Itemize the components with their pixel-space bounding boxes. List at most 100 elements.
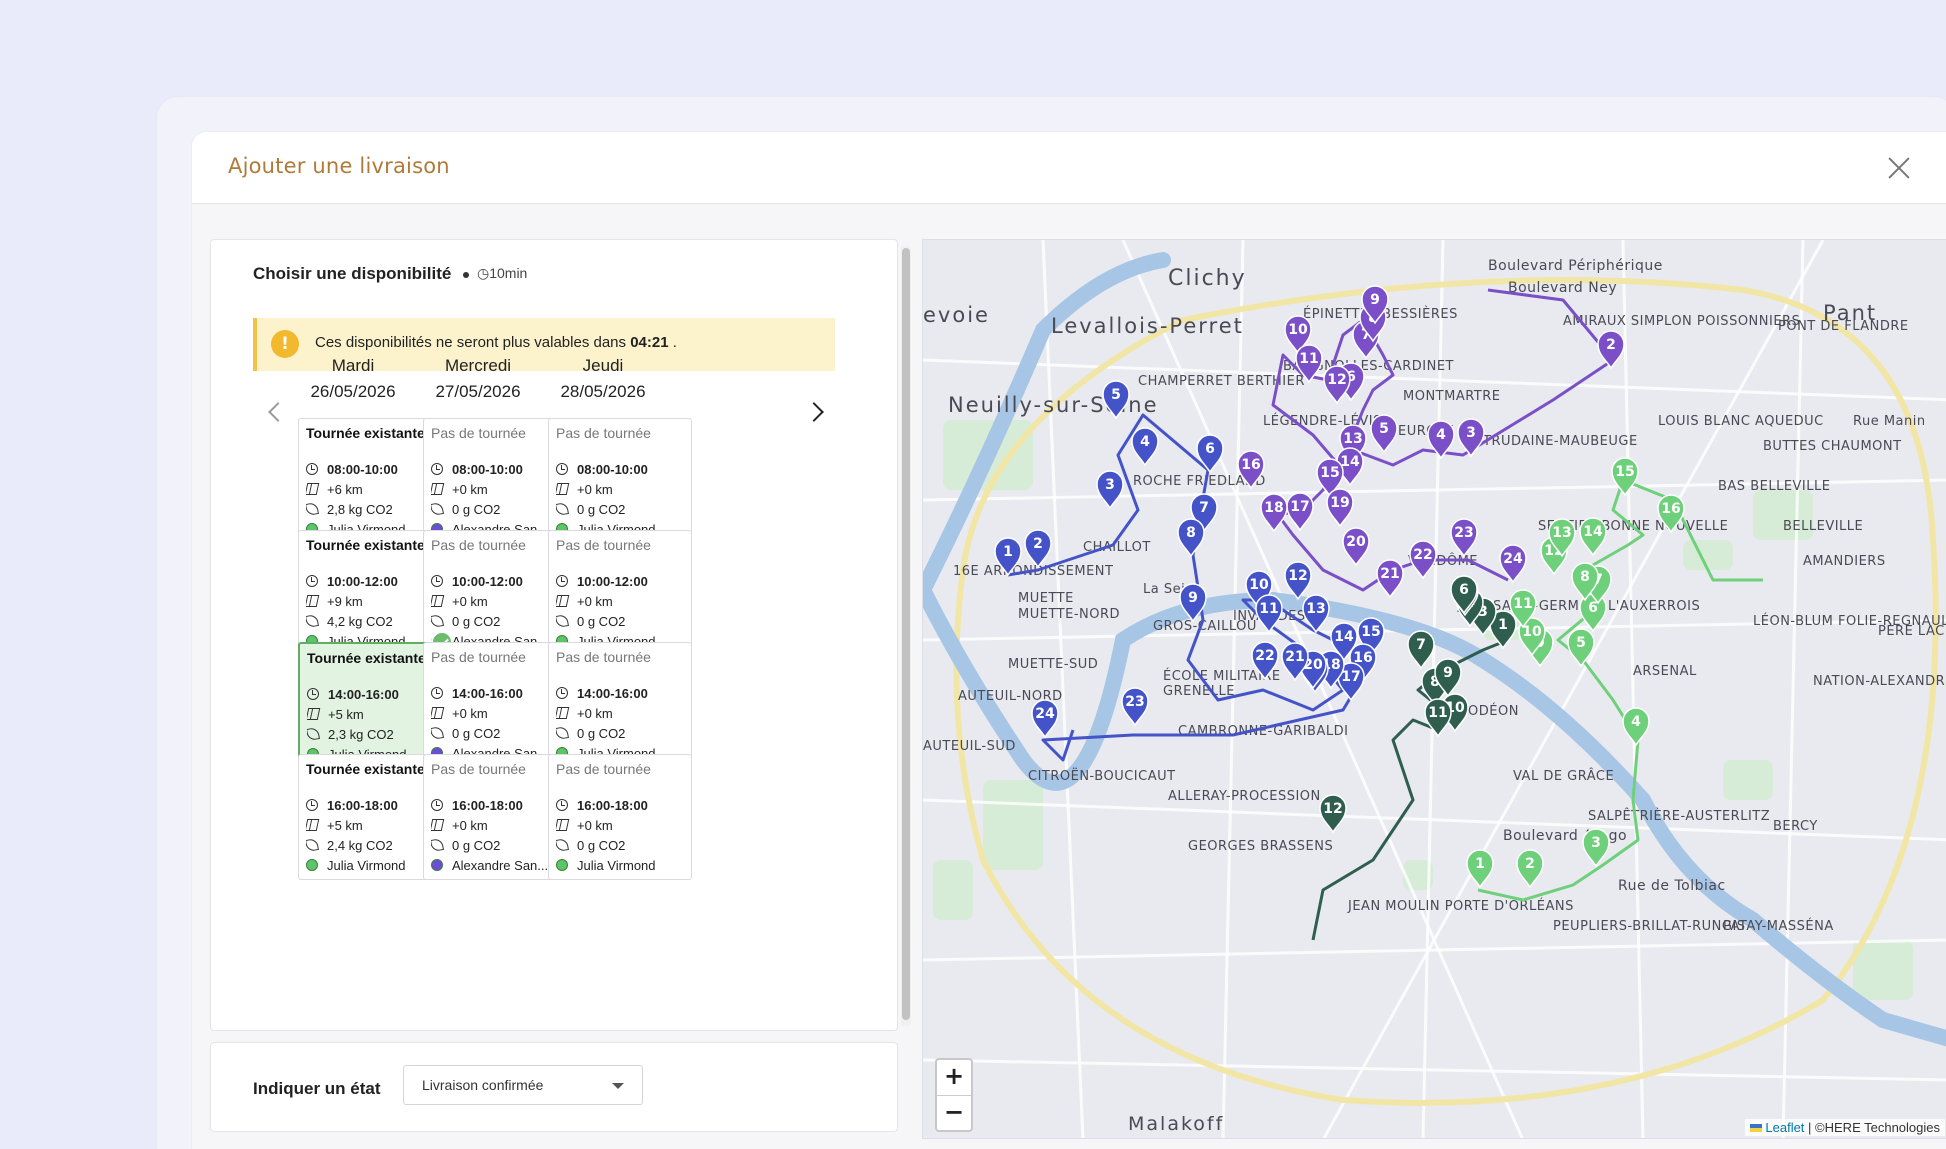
- slot-status: Pas de tournée: [431, 425, 526, 441]
- close-icon[interactable]: [1885, 154, 1913, 182]
- zoom-in-button[interactable]: +: [937, 1060, 971, 1095]
- driver-color-dot: [431, 859, 443, 871]
- slot-card[interactable]: Pas de tournée 14:00-16:00 +0 km 0 g CO2 Ale…: [423, 642, 567, 768]
- add-delivery-modal: Ajouter une livraison Choisir une dispon…: [192, 132, 1946, 1149]
- marker-number: 9: [1443, 665, 1453, 681]
- slot-status: Pas de tournée: [431, 649, 526, 665]
- marker-number: 1: [1003, 544, 1013, 560]
- warning-icon: !: [271, 330, 299, 358]
- map-canvas[interactable]: ClichyLevallois-PerretNeuilly-sur-SeineM…: [923, 240, 1946, 1139]
- slot-card[interactable]: Tournée existante 08:00-10:00 +6 km 2,8 kg …: [298, 418, 442, 544]
- park-area: [1723, 760, 1773, 800]
- leaf-icon: [431, 614, 444, 628]
- state-select[interactable]: Livraison confirmée: [403, 1065, 643, 1105]
- map-place-label: MUETTE-SUD: [1008, 657, 1098, 672]
- slot-co2: 0 g CO2: [431, 499, 559, 519]
- clock-icon: [431, 575, 443, 587]
- slot-co2: 2,3 kg CO2: [307, 724, 433, 744]
- chevron-down-icon: [612, 1083, 624, 1089]
- slot-time: 16:00-18:00: [431, 795, 559, 815]
- marker-number: 2: [1525, 856, 1535, 872]
- map-place-label: ODÉON: [1468, 703, 1519, 719]
- map-place-label: SALPÊTRIÈRE-AUSTERLITZ: [1588, 808, 1770, 824]
- map-place-label: TRUDAINE-MAUBEUGE: [1482, 434, 1638, 449]
- map-place-label: MUETTE: [1018, 591, 1074, 606]
- clock-icon: [556, 687, 568, 699]
- map-place-label: AUTEUIL-SUD: [923, 739, 1016, 754]
- marker-number: 2: [1606, 337, 1616, 353]
- park-area: [983, 780, 1043, 870]
- marker-number: 23: [1454, 525, 1473, 541]
- marker-number: 13: [1306, 601, 1325, 617]
- clock-icon: [306, 799, 318, 811]
- marker-number: 11: [1428, 705, 1447, 721]
- slot-card[interactable]: Pas de tournée 16:00-18:00 +0 km 0 g CO2 Jul…: [548, 754, 692, 880]
- map-place-label: Rue de Tolbiac: [1618, 878, 1726, 894]
- slot-status: Tournée existante: [306, 761, 425, 777]
- zoom-out-button[interactable]: −: [937, 1095, 971, 1130]
- slot-co2: 0 g CO2: [556, 611, 684, 631]
- map-icon: [556, 707, 570, 719]
- marker-number: 20: [1346, 534, 1366, 550]
- marker-number: 4: [1631, 714, 1641, 730]
- map-icon: [307, 708, 321, 720]
- slot-card[interactable]: Pas de tournée 10:00-12:00 +0 km 0 g CO2 Jul…: [548, 530, 692, 656]
- marker-number: 24: [1503, 551, 1523, 567]
- next-days-icon[interactable]: [807, 402, 827, 422]
- delivery-map[interactable]: Clichy Levallois-Perret Neuilly-sur-Seine M…: [922, 239, 1946, 1139]
- slot-co2: 2,8 kg CO2: [306, 499, 434, 519]
- slot-driver: Julia Virmond: [306, 855, 434, 875]
- map-place-label: Boulevard Périphérique: [1488, 258, 1663, 274]
- slot-card[interactable]: Pas de tournée 08:00-10:00 +0 km 0 g CO2 Ale…: [423, 418, 567, 544]
- leaf-icon: [556, 614, 569, 628]
- slot-status: Pas de tournée: [556, 649, 651, 665]
- marker-number: 18: [1264, 500, 1283, 516]
- leaf-icon: [431, 502, 444, 516]
- map-icon: [431, 707, 445, 719]
- map-place-label: BUTTES CHAUMONT: [1763, 439, 1902, 454]
- marker-number: 22: [1255, 648, 1274, 664]
- slot-time: 10:00-12:00: [431, 571, 559, 591]
- previous-days-icon[interactable]: [267, 402, 287, 422]
- map-place-label: PEUPLIERS-BRILLAT-RUNGIS: [1553, 919, 1746, 934]
- slot-time: 10:00-12:00: [306, 571, 434, 591]
- marker-number: 16: [1661, 501, 1680, 517]
- slot-status: Pas de tournée: [556, 761, 651, 777]
- marker-number: 8: [1186, 525, 1196, 541]
- slot-card[interactable]: Tournée existante 16:00-18:00 +5 km 2,4 kg …: [298, 754, 442, 880]
- slot-time: 16:00-18:00: [556, 795, 684, 815]
- slot-card[interactable]: Pas de tournée 14:00-16:00 +0 km 0 g CO2 Jul…: [548, 642, 692, 768]
- marker-number: 7: [1416, 637, 1426, 653]
- day-header: Mercredi 27/05/2026: [408, 356, 548, 402]
- marker-number: 8: [1580, 569, 1590, 585]
- clock-icon: [556, 463, 568, 475]
- scrollbar[interactable]: [901, 246, 911, 1026]
- slot-distance: +0 km: [431, 703, 559, 723]
- map-place-label: Malakoff: [1128, 1113, 1224, 1135]
- state-label: Indiquer un état: [253, 1079, 381, 1098]
- day-header: Jeudi 28/05/2026: [533, 356, 673, 402]
- marker-number: 3: [1466, 425, 1476, 441]
- availability-card: Choisir une disponibilité ◷10min ! Ces d…: [210, 239, 911, 1031]
- slot-co2: 2,4 kg CO2: [306, 835, 434, 855]
- map-place-label: NATION-ALEXANDRE DUMAS: [1813, 674, 1946, 689]
- marker-number: 3: [1105, 477, 1115, 493]
- slot-card[interactable]: Pas de tournée 08:00-10:00 +0 km 0 g CO2 Jul…: [548, 418, 692, 544]
- leaf-icon: [307, 727, 320, 741]
- leaflet-link[interactable]: Leaflet: [1765, 1120, 1804, 1135]
- slot-card[interactable]: Pas de tournée 16:00-18:00 +0 km 0 g CO2 Ale…: [423, 754, 567, 880]
- slot-co2: 0 g CO2: [431, 835, 559, 855]
- slot-card[interactable]: Tournée existante 10:00-12:00 +9 km 4,2 kg …: [298, 530, 442, 656]
- map-place-label: BERCY: [1773, 819, 1818, 834]
- scrollbar-thumb[interactable]: [902, 248, 910, 1020]
- map-icon: [431, 483, 445, 495]
- marker-number: 17: [1341, 669, 1360, 685]
- park-area: [1683, 540, 1733, 570]
- slot-card-selected[interactable]: Tournée existante 14:00-16:00 +5 km 2,3 kg …: [298, 631, 453, 768]
- clock-icon: [306, 463, 318, 475]
- map-icon: [556, 819, 570, 831]
- leaf-icon: [306, 838, 319, 852]
- marker-number: 15: [1615, 464, 1634, 480]
- slot-status: Tournée existante: [307, 650, 426, 666]
- marker-number: 22: [1413, 547, 1432, 563]
